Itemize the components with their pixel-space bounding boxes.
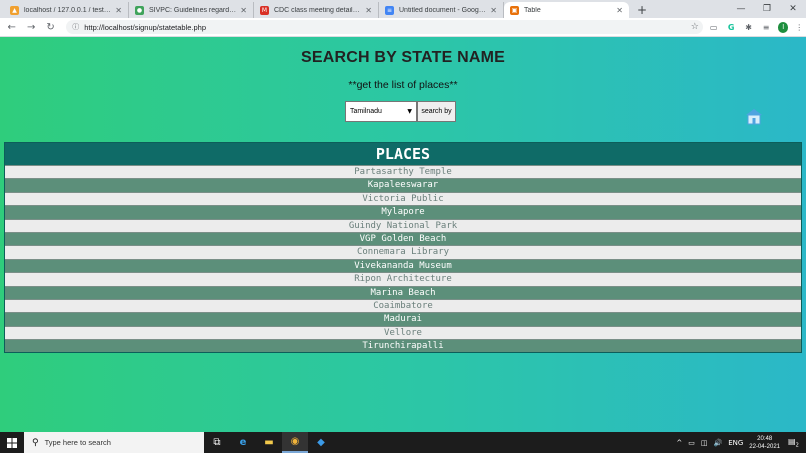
browser-toolbar: ← → ↻ ⓘ http://localhost/signup/statetab… — [0, 18, 806, 37]
browser-tab-0[interactable]: ▲ localhost / 127.0.0.1 / test1 / signup ✕ — [4, 2, 129, 18]
profile-avatar[interactable]: I — [777, 21, 789, 33]
tab-favicon-icon: ≡ — [385, 5, 394, 15]
url-text[interactable]: http://localhost/signup/statetable.php — [84, 23, 691, 32]
browser-tab-3[interactable]: ≡ Untitled document - Google Doc ✕ — [379, 2, 504, 18]
tab-favicon-icon: ▣ — [510, 5, 519, 15]
windows-taskbar: ⚲ Type here to search ⧉ e ▬ ◉ ◆ ^ ▭ ◫ 🔊 … — [0, 432, 806, 453]
table-row: Partasarthy Temple — [5, 165, 801, 179]
search-icon: ⚲ — [32, 437, 39, 448]
bookmark-star-icon[interactable]: ☆ — [691, 22, 699, 32]
file-explorer-icon[interactable]: ▬ — [256, 432, 282, 453]
grammarly-extension-icon[interactable]: G — [724, 20, 738, 34]
tab-favicon-icon: M — [260, 5, 269, 15]
reload-button[interactable]: ↻ — [43, 19, 58, 35]
taskbar-search-box[interactable]: ⚲ Type here to search — [24, 432, 204, 453]
forward-button[interactable]: → — [23, 19, 38, 35]
system-tray: ^ ▭ ◫ 🔊 ENG 20:48 22-04-2021 ▤2 — [676, 432, 806, 453]
back-button[interactable]: ← — [4, 19, 19, 35]
battery-icon[interactable]: ▭ — [688, 439, 695, 447]
new-tab-button[interactable]: + — [634, 2, 650, 18]
table-row: Marina Beach — [5, 285, 801, 299]
extensions-puzzle-icon[interactable]: ✱ — [742, 20, 756, 34]
table-row: VGP Golden Beach — [5, 231, 801, 246]
tab-title: localhost / 127.0.0.1 / test1 / signup — [24, 6, 111, 14]
network-icon[interactable]: ◫ — [701, 439, 708, 447]
search-form: Tamilnadu ▼ search by — [345, 101, 456, 122]
window-controls: — ❐ ✕ — [728, 0, 806, 18]
tab-title: Untitled document - Google Doc — [399, 6, 486, 14]
chevron-down-icon: ▼ — [407, 108, 412, 115]
page-subtitle: **get the list of places** — [348, 79, 458, 91]
address-bar[interactable]: ⓘ http://localhost/signup/statetable.php… — [66, 20, 703, 34]
state-select-value: Tamilnadu — [350, 108, 382, 115]
notification-center-icon[interactable]: ▤2 — [788, 437, 802, 449]
minimize-button[interactable]: — — [728, 0, 754, 18]
tab-close-icon[interactable]: ✕ — [115, 6, 122, 15]
tab-title: Table — [524, 6, 541, 14]
browser-tab-1[interactable]: ● SIVPC: Guidelines regarding proj✕ — [129, 2, 254, 18]
language-indicator[interactable]: ENG — [728, 439, 743, 447]
cast-icon[interactable]: ▭ — [707, 20, 721, 34]
table-row: Kapaleeswarar — [5, 178, 801, 192]
tab-close-icon[interactable]: ✕ — [616, 6, 623, 15]
places-table: PLACES Partasarthy Temple Kapaleeswarar Vi… — [4, 142, 802, 354]
taskbar-search-placeholder: Type here to search — [44, 438, 111, 447]
tab-close-icon[interactable]: ✕ — [365, 6, 372, 15]
show-hidden-icons-icon[interactable]: ^ — [676, 439, 682, 447]
table-row: Coaimbatore — [5, 298, 801, 313]
page-title: SEARCH BY STATE NAME — [300, 49, 505, 66]
table-row: Victoria Public — [5, 191, 801, 206]
table-row: Connemara Library — [5, 245, 801, 259]
browser-tab-2[interactable]: M CDC class meeting details 22-Ap ✕ — [254, 2, 379, 18]
notification-count: 2 — [795, 442, 799, 449]
clock-date: 22-04-2021 — [749, 443, 780, 450]
tab-title: CDC class meeting details 22-Ap — [274, 6, 361, 14]
search-by-button[interactable]: search by — [417, 101, 456, 122]
places-list: Partasarthy Temple Kapaleeswarar Victoria … — [5, 165, 801, 353]
places-table-header: PLACES — [5, 143, 801, 165]
home-icon[interactable] — [745, 107, 763, 125]
browser-tab-bar: ▲ localhost / 127.0.0.1 / test1 / signup ✕… — [0, 0, 806, 18]
tab-close-icon[interactable]: ✕ — [490, 6, 497, 15]
reading-list-icon[interactable]: ≡ — [759, 20, 773, 34]
browser-tab-4[interactable]: ▣ Table ✕ — [504, 2, 629, 18]
table-row: Madurai — [5, 312, 801, 326]
start-button[interactable] — [0, 432, 24, 453]
table-row: Guindy National Park — [5, 218, 801, 232]
maximize-button[interactable]: ❐ — [754, 0, 780, 18]
table-row: Tirunchirapalli — [5, 339, 801, 353]
tab-favicon-icon: ▲ — [10, 5, 19, 15]
browser-menu-icon[interactable]: ⋮ — [792, 20, 806, 34]
state-select[interactable]: Tamilnadu ▼ — [345, 101, 417, 122]
tab-favicon-icon: ● — [135, 5, 144, 15]
table-row: Vellore — [5, 325, 801, 340]
clock[interactable]: 20:48 22-04-2021 — [749, 435, 780, 451]
chrome-browser-icon[interactable]: ◉ — [282, 432, 308, 453]
table-row: Ripon Architecture — [5, 272, 801, 286]
table-row: Mylapore — [5, 205, 801, 219]
clock-time: 20:48 — [757, 435, 773, 442]
site-info-icon[interactable]: ⓘ — [72, 22, 79, 32]
tab-title: SIVPC: Guidelines regarding proj — [149, 6, 237, 14]
edge-browser-icon[interactable]: e — [230, 432, 256, 453]
table-row: Vivekananda Museum — [5, 258, 801, 273]
task-view-icon[interactable]: ⧉ — [204, 432, 230, 453]
vscode-icon[interactable]: ◆ — [308, 432, 334, 453]
close-window-button[interactable]: ✕ — [780, 0, 806, 18]
tab-close-icon[interactable]: ✕ — [240, 6, 247, 15]
volume-icon[interactable]: 🔊 — [713, 439, 722, 447]
page-viewport: SEARCH BY STATE NAME **get the list of p… — [0, 37, 806, 432]
tab-strip: ▲ localhost / 127.0.0.1 / test1 / signup ✕… — [0, 0, 629, 18]
windows-logo-icon — [7, 437, 17, 448]
